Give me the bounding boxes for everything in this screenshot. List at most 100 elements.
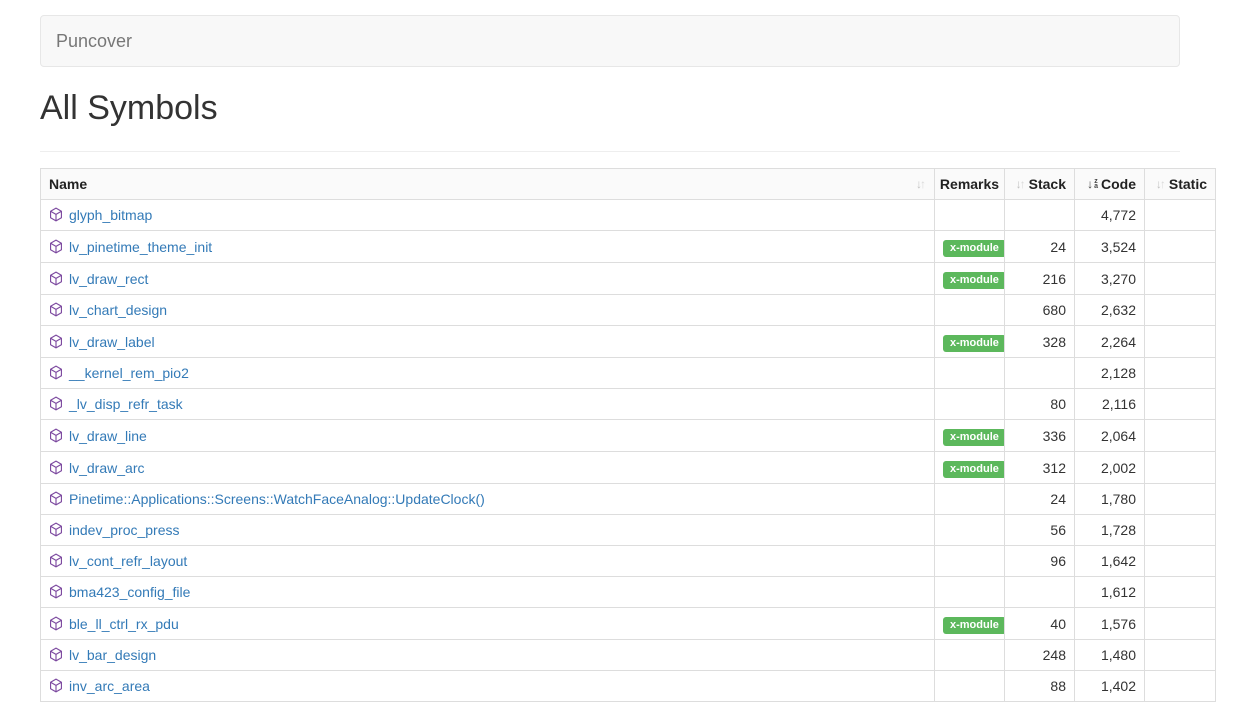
column-label: Code bbox=[1101, 174, 1136, 194]
stack-cell: 88 bbox=[1005, 671, 1075, 702]
code-cell: 2,632 bbox=[1075, 295, 1145, 326]
table-row: lv_pinetime_theme_initx-module243,524 bbox=[41, 231, 1216, 263]
column-header-remarks: Remarks bbox=[935, 169, 1005, 200]
code-cell: 3,524 bbox=[1075, 231, 1145, 263]
stack-cell: 24 bbox=[1005, 484, 1075, 515]
symbol-name-cell: Pinetime::Applications::Screens::WatchFa… bbox=[41, 484, 935, 515]
symbol-link[interactable]: lv_draw_arc bbox=[69, 460, 144, 476]
stack-cell: 96 bbox=[1005, 546, 1075, 577]
symbol-link[interactable]: lv_draw_rect bbox=[69, 271, 148, 287]
code-cell: 1,728 bbox=[1075, 515, 1145, 546]
stack-cell: 216 bbox=[1005, 263, 1075, 295]
stack-cell: 328 bbox=[1005, 326, 1075, 358]
symbol-link[interactable]: lv_draw_label bbox=[69, 334, 155, 350]
static-cell bbox=[1145, 263, 1216, 295]
table-row: lv_chart_design6802,632 bbox=[41, 295, 1216, 326]
table-row: lv_cont_refr_layout961,642 bbox=[41, 546, 1216, 577]
symbol-link[interactable]: __kernel_rem_pio2 bbox=[69, 365, 189, 381]
sort-arrows-icon: ↓↑ bbox=[916, 174, 926, 194]
remarks-cell: x-module bbox=[935, 263, 1005, 295]
sort-arrows-icon: ↓↑ bbox=[1016, 174, 1026, 194]
table-row: lv_draw_rectx-module2163,270 bbox=[41, 263, 1216, 295]
static-cell bbox=[1145, 640, 1216, 671]
symbol-link[interactable]: lv_chart_design bbox=[69, 302, 167, 318]
remarks-cell: x-module bbox=[935, 452, 1005, 484]
table-row: lv_bar_design2481,480 bbox=[41, 640, 1216, 671]
remarks-cell bbox=[935, 358, 1005, 389]
stack-cell: 336 bbox=[1005, 420, 1075, 452]
symbol-link[interactable]: bma423_config_file bbox=[69, 584, 190, 600]
cube-icon bbox=[49, 522, 63, 537]
symbol-link[interactable]: lv_bar_design bbox=[69, 647, 156, 663]
symbols-table-body: glyph_bitmap4,772lv_pinetime_theme_initx… bbox=[41, 200, 1216, 702]
table-row: indev_proc_press561,728 bbox=[41, 515, 1216, 546]
static-cell bbox=[1145, 389, 1216, 420]
stack-cell bbox=[1005, 358, 1075, 389]
column-header-static[interactable]: ↓↑ Static bbox=[1145, 169, 1216, 200]
remarks-cell: x-module bbox=[935, 608, 1005, 640]
static-cell bbox=[1145, 326, 1216, 358]
page: Puncover All Symbols Name ↓↑ Remarks bbox=[0, 15, 1260, 702]
x-module-badge: x-module bbox=[943, 429, 1005, 446]
remarks-cell bbox=[935, 200, 1005, 231]
stack-cell: 80 bbox=[1005, 389, 1075, 420]
static-cell bbox=[1145, 484, 1216, 515]
symbol-name-cell: lv_cont_refr_layout bbox=[41, 546, 935, 577]
symbol-name-cell: lv_pinetime_theme_init bbox=[41, 231, 935, 263]
static-cell bbox=[1145, 358, 1216, 389]
stack-cell bbox=[1005, 577, 1075, 608]
code-cell: 2,064 bbox=[1075, 420, 1145, 452]
stack-cell: 312 bbox=[1005, 452, 1075, 484]
symbol-link[interactable]: glyph_bitmap bbox=[69, 207, 152, 223]
x-module-badge: x-module bbox=[943, 272, 1005, 289]
table-row: lv_draw_arcx-module3122,002 bbox=[41, 452, 1216, 484]
cube-icon bbox=[49, 491, 63, 506]
symbol-link[interactable]: lv_draw_line bbox=[69, 428, 147, 444]
symbol-link[interactable]: lv_cont_refr_layout bbox=[69, 553, 187, 569]
symbol-name-cell: lv_chart_design bbox=[41, 295, 935, 326]
code-cell: 1,612 bbox=[1075, 577, 1145, 608]
cube-icon bbox=[49, 271, 63, 286]
stack-cell: 40 bbox=[1005, 608, 1075, 640]
column-header-code[interactable]: ↓za Code bbox=[1075, 169, 1145, 200]
symbol-link[interactable]: inv_arc_area bbox=[69, 678, 150, 694]
symbol-link[interactable]: lv_pinetime_theme_init bbox=[69, 239, 212, 255]
remarks-cell: x-module bbox=[935, 326, 1005, 358]
cube-icon bbox=[49, 584, 63, 599]
code-cell: 1,576 bbox=[1075, 608, 1145, 640]
symbol-name-cell: lv_draw_line bbox=[41, 420, 935, 452]
code-cell: 1,402 bbox=[1075, 671, 1145, 702]
stack-cell bbox=[1005, 200, 1075, 231]
static-cell bbox=[1145, 577, 1216, 608]
symbol-name-cell: lv_bar_design bbox=[41, 640, 935, 671]
cube-icon bbox=[49, 302, 63, 317]
symbol-link[interactable]: indev_proc_press bbox=[69, 522, 180, 538]
column-header-stack[interactable]: ↓↑ Stack bbox=[1005, 169, 1075, 200]
symbol-link[interactable]: _lv_disp_refr_task bbox=[69, 396, 183, 412]
symbol-link[interactable]: ble_ll_ctrl_rx_pdu bbox=[69, 616, 179, 632]
page-title: All Symbols bbox=[40, 88, 1260, 128]
column-header-name[interactable]: Name ↓↑ bbox=[41, 169, 935, 200]
remarks-cell bbox=[935, 295, 1005, 326]
remarks-cell: x-module bbox=[935, 420, 1005, 452]
cube-icon bbox=[49, 647, 63, 662]
code-cell: 1,480 bbox=[1075, 640, 1145, 671]
cube-icon bbox=[49, 365, 63, 380]
table-row: glyph_bitmap4,772 bbox=[41, 200, 1216, 231]
static-cell bbox=[1145, 295, 1216, 326]
cube-icon bbox=[49, 239, 63, 254]
table-row: inv_arc_area 881,402 bbox=[41, 671, 1216, 702]
static-cell bbox=[1145, 200, 1216, 231]
symbol-link[interactable]: Pinetime::Applications::Screens::WatchFa… bbox=[69, 491, 485, 507]
code-cell: 1,780 bbox=[1075, 484, 1145, 515]
static-cell bbox=[1145, 515, 1216, 546]
static-cell bbox=[1145, 671, 1216, 702]
x-module-badge: x-module bbox=[943, 617, 1005, 634]
navbar-brand-link[interactable]: Puncover bbox=[41, 16, 147, 66]
table-row: Pinetime::Applications::Screens::WatchFa… bbox=[41, 484, 1216, 515]
table-row: __kernel_rem_pio22,128 bbox=[41, 358, 1216, 389]
table-row: ble_ll_ctrl_rx_pdu x-module401,576 bbox=[41, 608, 1216, 640]
cube-icon bbox=[49, 678, 63, 693]
cube-icon bbox=[49, 460, 63, 475]
remarks-cell bbox=[935, 577, 1005, 608]
